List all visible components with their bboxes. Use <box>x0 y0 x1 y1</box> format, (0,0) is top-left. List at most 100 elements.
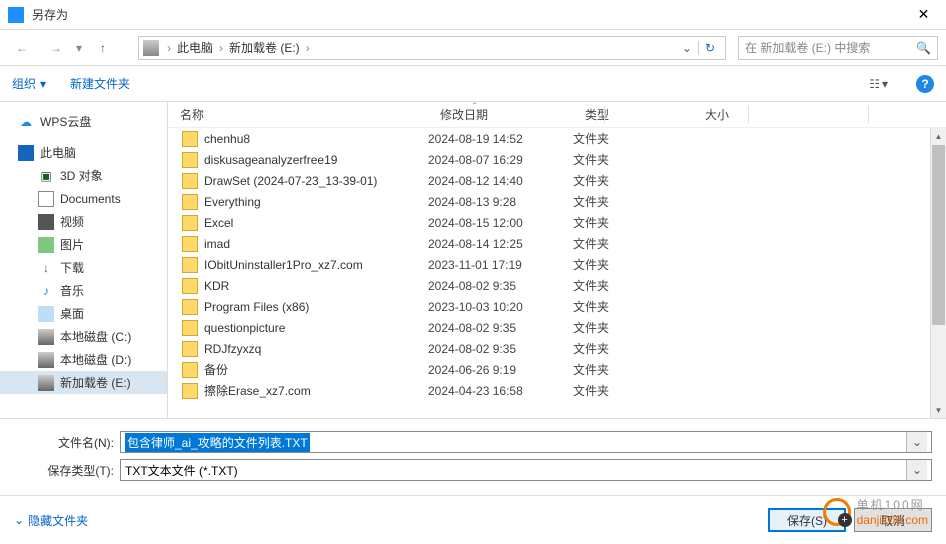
file-row[interactable]: KDR2024-08-02 9:35文件夹 <box>168 275 946 296</box>
up-button[interactable]: ↑ <box>100 41 122 55</box>
sort-asc-icon: ˆ <box>473 102 476 113</box>
file-name: diskusageanalyzerfree19 <box>204 153 428 167</box>
filename-label: 文件名(N): <box>14 434 120 451</box>
folder-icon <box>182 362 198 378</box>
filetype-value: TXT文本文件 (*.TXT) <box>125 462 238 479</box>
file-name: Program Files (x86) <box>204 300 428 314</box>
file-row[interactable]: IObitUninstaller1Pro_xz7.com2023-11-01 1… <box>168 254 946 275</box>
view-button[interactable]: ☷ ▾ <box>865 77 892 91</box>
file-type: 文件夹 <box>573 382 693 399</box>
file-row[interactable]: imad2024-08-14 12:25文件夹 <box>168 233 946 254</box>
breadcrumb-sep-icon: › <box>163 41 175 55</box>
folder-icon <box>182 383 198 399</box>
col-date[interactable]: 修改日期 <box>428 106 573 123</box>
forward-button[interactable]: → <box>42 36 70 60</box>
file-name: Excel <box>204 216 428 230</box>
tree-pictures[interactable]: 图片 <box>0 233 167 256</box>
filetype-label: 保存类型(T): <box>14 462 120 479</box>
hide-folders-link[interactable]: ⌄ 隐藏文件夹 <box>14 512 88 529</box>
close-button[interactable]: ✕ <box>901 0 946 30</box>
file-name: Everything <box>204 195 428 209</box>
file-date: 2024-08-02 9:35 <box>428 321 573 335</box>
tree-music[interactable]: ♪音乐 <box>0 279 167 302</box>
file-row[interactable]: DrawSet (2024-07-23_13-39-01)2024-08-12 … <box>168 170 946 191</box>
file-type: 文件夹 <box>573 361 693 378</box>
folder-icon <box>182 236 198 252</box>
tree-drive-d[interactable]: 本地磁盘 (D:) <box>0 348 167 371</box>
help-button[interactable]: ? <box>916 75 934 93</box>
file-name: questionpicture <box>204 321 428 335</box>
tree-drive-e[interactable]: 新加载卷 (E:) <box>0 371 167 394</box>
file-row[interactable]: Program Files (x86)2023-10-03 10:20文件夹 <box>168 296 946 317</box>
dropdown-icon[interactable]: ⌄ <box>906 460 927 480</box>
file-row[interactable]: Excel2024-08-15 12:00文件夹 <box>168 212 946 233</box>
scroll-down-icon[interactable]: ▼ <box>931 402 946 418</box>
breadcrumb-drive[interactable]: 新加载卷 (E:) <box>227 39 302 56</box>
col-size[interactable]: 大小 <box>693 106 946 123</box>
file-row[interactable]: Everything2024-08-13 9:28文件夹 <box>168 191 946 212</box>
history-dropdown[interactable]: ▾ <box>76 41 90 55</box>
file-type: 文件夹 <box>573 298 693 315</box>
file-row[interactable]: chenhu82024-08-19 14:52文件夹 <box>168 128 946 149</box>
file-row[interactable]: 备份2024-06-26 9:19文件夹 <box>168 359 946 380</box>
filename-value: 包含律师_ai_攻略的文件列表.TXT <box>125 433 310 452</box>
app-icon <box>8 7 24 23</box>
desktop-icon <box>38 306 54 322</box>
drive-icon <box>143 40 159 56</box>
organize-button[interactable]: 组织 ▾ <box>12 75 46 92</box>
picture-icon <box>38 237 54 253</box>
breadcrumb-root[interactable]: 此电脑 <box>175 39 215 56</box>
file-type: 文件夹 <box>573 151 693 168</box>
file-row[interactable]: 擦除Erase_xz7.com2024-04-23 16:58文件夹 <box>168 380 946 401</box>
address-dropdown-icon[interactable]: ⌄ <box>676 41 698 55</box>
tree-cloud[interactable]: ☁WPS云盘 <box>0 110 167 133</box>
tree-videos[interactable]: 视频 <box>0 210 167 233</box>
file-name: 备份 <box>204 361 428 378</box>
tree-desktop[interactable]: 桌面 <box>0 302 167 325</box>
file-type: 文件夹 <box>573 130 693 147</box>
file-date: 2024-08-14 12:25 <box>428 237 573 251</box>
file-type: 文件夹 <box>573 256 693 273</box>
folder-icon <box>182 320 198 336</box>
file-row[interactable]: diskusageanalyzerfree192024-08-07 16:29文… <box>168 149 946 170</box>
scroll-up-icon[interactable]: ▲ <box>931 128 946 144</box>
file-list: ▲ ▼ chenhu82024-08-19 14:52文件夹diskusagea… <box>168 128 946 418</box>
file-date: 2024-04-23 16:58 <box>428 384 573 398</box>
filetype-select[interactable]: TXT文本文件 (*.TXT) ⌄ <box>120 459 932 481</box>
download-icon: ↓ <box>38 260 54 276</box>
tree-pc[interactable]: 此电脑 <box>0 141 167 164</box>
address-bar[interactable]: › 此电脑 › 新加载卷 (E:) › ⌄ ↻ <box>138 36 726 60</box>
main-area: ☁WPS云盘 此电脑 ▣3D 对象 Documents 视频 图片 ↓下载 ♪音… <box>0 102 946 418</box>
music-icon: ♪ <box>38 283 54 299</box>
file-name: RDJfzyxzq <box>204 342 428 356</box>
folder-icon <box>182 152 198 168</box>
tree-drive-c[interactable]: 本地磁盘 (C:) <box>0 325 167 348</box>
col-type[interactable]: 类型 <box>573 106 693 123</box>
drive-icon <box>38 375 54 391</box>
file-name: KDR <box>204 279 428 293</box>
new-folder-button[interactable]: 新建文件夹 <box>70 75 130 92</box>
scroll-thumb[interactable] <box>932 145 945 325</box>
file-date: 2024-08-15 12:00 <box>428 216 573 230</box>
cube-icon: ▣ <box>38 168 54 184</box>
back-button[interactable]: ← <box>8 36 36 60</box>
folder-icon <box>182 194 198 210</box>
navigation-tree: ☁WPS云盘 此电脑 ▣3D 对象 Documents 视频 图片 ↓下载 ♪音… <box>0 102 168 418</box>
file-row[interactable]: RDJfzyxzq2024-08-02 9:35文件夹 <box>168 338 946 359</box>
tree-downloads[interactable]: ↓下载 <box>0 256 167 279</box>
tree-3d[interactable]: ▣3D 对象 <box>0 164 167 187</box>
file-type: 文件夹 <box>573 172 693 189</box>
folder-icon <box>182 257 198 273</box>
scrollbar[interactable]: ▲ ▼ <box>930 128 946 418</box>
watermark-text-2: danji100.com <box>857 513 928 527</box>
file-type: 文件夹 <box>573 235 693 252</box>
titlebar: 另存为 ✕ <box>0 0 946 30</box>
dropdown-icon[interactable]: ⌄ <box>906 432 927 452</box>
col-name[interactable]: 名称 <box>168 106 428 123</box>
refresh-icon[interactable]: ↻ <box>698 41 721 55</box>
filename-input[interactable]: 包含律师_ai_攻略的文件列表.TXT ⌄ <box>120 431 932 453</box>
search-input[interactable]: 在 新加载卷 (E:) 中搜索 🔍 <box>738 36 938 60</box>
tree-documents[interactable]: Documents <box>0 187 167 210</box>
file-row[interactable]: questionpicture2024-08-02 9:35文件夹 <box>168 317 946 338</box>
chevron-down-icon: ▾ <box>40 77 46 91</box>
